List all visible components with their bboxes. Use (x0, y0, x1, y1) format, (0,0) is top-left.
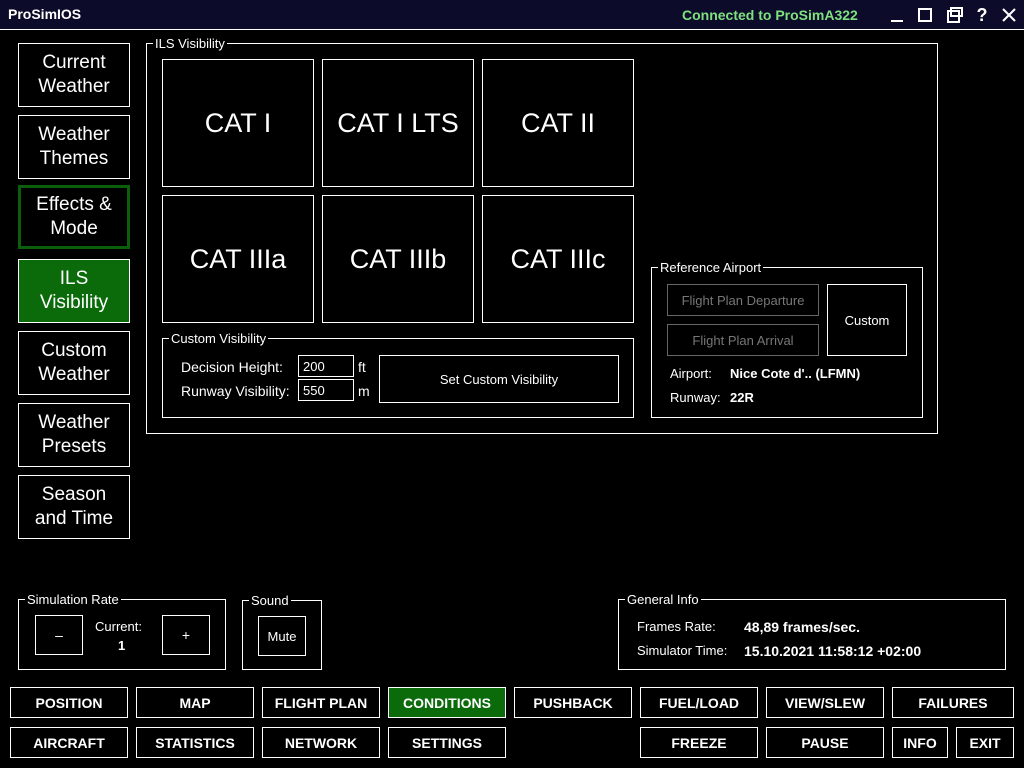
sidebar-item-effects-mode[interactable]: Effects & Mode (18, 185, 130, 249)
maximize-icon[interactable] (914, 3, 936, 27)
flight-plan-arrival-button[interactable]: Flight Plan Arrival (667, 324, 819, 356)
connection-status: Connected to ProSimA322 (682, 7, 858, 23)
nav-freeze[interactable]: FREEZE (640, 727, 758, 758)
cat-iiib-button[interactable]: CAT IIIb (322, 195, 474, 323)
sidebar-item-current-weather[interactable]: Current Weather (18, 43, 130, 107)
sidebar-item-weather-presets[interactable]: Weather Presets (18, 403, 130, 467)
nav-settings[interactable]: SETTINGS (388, 727, 506, 758)
simulation-rate-title: Simulation Rate (25, 592, 121, 607)
custom-visibility-title: Custom Visibility (169, 331, 269, 346)
reference-airport-title: Reference Airport (658, 260, 764, 275)
runway-visibility-label: Runway Visibility: (181, 383, 290, 399)
sidebar-item-ils-visibility[interactable]: ILS Visibility (18, 259, 130, 323)
simulator-time-value: 15.10.2021 11:58:12 +02:00 (744, 643, 922, 659)
cat-iiic-button[interactable]: CAT IIIc (482, 195, 634, 323)
help-icon[interactable]: ? (971, 3, 993, 27)
simulation-rate-group: Simulation Rate – Current: 1 + (18, 592, 226, 670)
restore-icon[interactable] (944, 3, 966, 27)
cat-iiia-button[interactable]: CAT IIIa (162, 195, 314, 323)
sidebar-item-custom-weather[interactable]: Custom Weather (18, 331, 130, 395)
nav-network[interactable]: NETWORK (262, 727, 380, 758)
nav-failures[interactable]: FAILURES (892, 687, 1014, 718)
decrease-rate-button[interactable]: – (35, 615, 83, 655)
title-bar: ProSimIOS Connected to ProSimA322 ? (0, 0, 1024, 30)
nav-pushback[interactable]: PUSHBACK (514, 687, 632, 718)
sound-title: Sound (249, 593, 291, 608)
sidebar-item-weather-themes[interactable]: Weather Themes (18, 115, 130, 179)
decision-height-input[interactable] (298, 355, 354, 377)
runway-label: Runway: (670, 390, 721, 405)
nav-info[interactable]: INFO (892, 727, 948, 758)
nav-statistics[interactable]: STATISTICS (136, 727, 254, 758)
custom-airport-button[interactable]: Custom (827, 284, 907, 356)
sidebar-item-season-time[interactable]: Season and Time (18, 475, 130, 539)
frames-rate-label: Frames Rate: (637, 619, 716, 634)
close-icon[interactable] (998, 3, 1020, 27)
custom-visibility-group: Custom Visibility Decision Height: ft Ru… (162, 331, 634, 418)
cat-i-button[interactable]: CAT I (162, 59, 314, 187)
minimize-icon[interactable] (886, 3, 908, 27)
nav-flight-plan[interactable]: FLIGHT PLAN (262, 687, 380, 718)
nav-map[interactable]: MAP (136, 687, 254, 718)
nav-fuel-load[interactable]: FUEL/LOAD (640, 687, 758, 718)
nav-conditions[interactable]: CONDITIONS (388, 687, 506, 718)
frames-rate-value: 48,89 frames/sec. (744, 619, 860, 635)
increase-rate-button[interactable]: + (162, 615, 210, 655)
cat-ii-button[interactable]: CAT II (482, 59, 634, 187)
current-rate-label: Current: (95, 619, 142, 634)
cat-i-lts-button[interactable]: CAT I LTS (322, 59, 474, 187)
airport-label: Airport: (670, 366, 712, 381)
simulator-time-label: Simulator Time: (637, 643, 728, 658)
general-info-title: General Info (625, 592, 701, 607)
nav-aircraft[interactable]: AIRCRAFT (10, 727, 128, 758)
nav-position[interactable]: POSITION (10, 687, 128, 718)
mute-button[interactable]: Mute (258, 616, 306, 656)
nav-pause[interactable]: PAUSE (766, 727, 884, 758)
runway-value: 22R (730, 390, 754, 405)
runway-visibility-input[interactable] (298, 379, 354, 401)
sound-group: Sound Mute (242, 593, 322, 670)
runway-visibility-unit: m (358, 383, 370, 399)
general-info-group: General Info Frames Rate: 48,89 frames/s… (618, 592, 1006, 670)
set-custom-visibility-button[interactable]: Set Custom Visibility (379, 355, 619, 403)
current-rate-value: 1 (118, 638, 126, 653)
reference-airport-group: Reference Airport Flight Plan Departure … (651, 260, 923, 418)
airport-value: Nice Cote d'.. (LFMN) (730, 366, 861, 381)
decision-height-label: Decision Height: (181, 359, 283, 375)
nav-exit[interactable]: EXIT (956, 727, 1014, 758)
app-title: ProSimIOS (8, 6, 82, 22)
ils-visibility-title: ILS Visibility (153, 36, 227, 51)
ils-visibility-group: ILS Visibility CAT I CAT I LTS CAT II CA… (146, 36, 938, 434)
decision-height-unit: ft (358, 359, 366, 375)
nav-view-slew[interactable]: VIEW/SLEW (766, 687, 884, 718)
flight-plan-departure-button[interactable]: Flight Plan Departure (667, 284, 819, 316)
